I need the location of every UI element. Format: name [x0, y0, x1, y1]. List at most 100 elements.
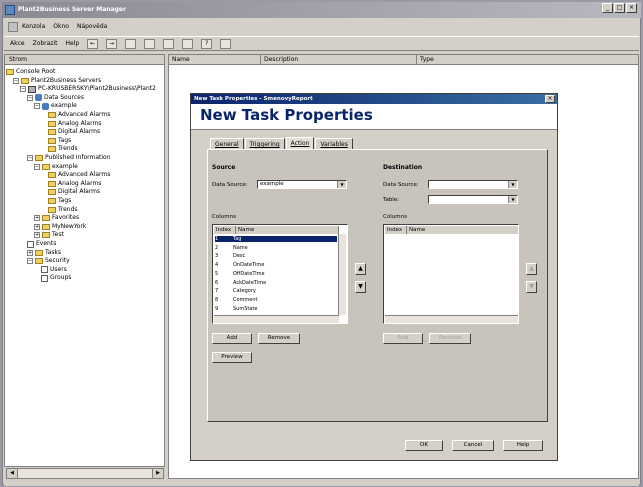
tree-node[interactable]: + Tasks: [27, 249, 61, 257]
menu-help[interactable]: Nápověda: [77, 20, 107, 34]
tab-action[interactable]: Action: [285, 137, 315, 149]
tree-node[interactable]: Tags: [48, 137, 71, 145]
tree-node[interactable]: Analog Alarms: [48, 180, 101, 188]
tree-node[interactable]: + Favorites: [34, 214, 79, 222]
source-column-row[interactable]: 2 Name: [215, 245, 337, 251]
properties-icon[interactable]: [163, 38, 175, 49]
collapse-icon[interactable]: −: [27, 94, 33, 101]
source-col-index[interactable]: Index: [214, 226, 236, 234]
task-icon[interactable]: [220, 38, 232, 49]
back-icon[interactable]: ←: [87, 38, 99, 49]
dest-move-up-button[interactable]: ▲: [526, 263, 537, 275]
tree-node[interactable]: Groups: [41, 274, 71, 282]
tree-node[interactable]: Users: [41, 266, 67, 274]
export-icon[interactable]: [182, 38, 194, 49]
expand-icon[interactable]: +: [34, 232, 40, 239]
menu-action[interactable]: Akce: [10, 40, 25, 47]
collapse-icon[interactable]: −: [27, 155, 33, 161]
source-remove-button[interactable]: Remove: [258, 333, 300, 344]
move-up-button[interactable]: ▲: [355, 263, 366, 275]
tree-node[interactable]: − example: [34, 163, 78, 171]
tree-horizontal-scrollbar[interactable]: ◀ ▶: [6, 468, 164, 479]
source-column-row[interactable]: 8 Comment: [215, 297, 337, 303]
tree-node[interactable]: Digital Alarms: [48, 188, 100, 196]
destination-add-button[interactable]: Add: [383, 333, 423, 344]
destination-datasource-select[interactable]: ▼: [428, 180, 518, 189]
chevron-down-icon[interactable]: ▼: [508, 196, 517, 203]
source-datasource-select[interactable]: example ▼: [257, 180, 347, 189]
source-column-row[interactable]: 3 Desc: [215, 253, 337, 259]
chevron-down-icon[interactable]: ▼: [337, 181, 346, 188]
tree-header[interactable]: Strom: [4, 54, 165, 65]
dialog-close-button[interactable]: ×: [545, 95, 555, 103]
source-column-row[interactable]: 7 Category: [215, 288, 337, 294]
help-icon[interactable]: ?: [201, 38, 213, 49]
tab-triggering[interactable]: Triggering: [244, 138, 285, 149]
destination-columns-list[interactable]: Index Name: [383, 224, 519, 324]
column-name[interactable]: Name: [169, 55, 261, 64]
ok-button[interactable]: OK: [405, 440, 443, 451]
tree-node[interactable]: − Published Information: [27, 154, 111, 162]
source-column-row[interactable]: 9 SumState: [215, 306, 337, 312]
tab-variables[interactable]: Variables: [315, 138, 353, 149]
source-horizontal-scrollbar[interactable]: [214, 315, 339, 323]
tree-node[interactable]: − Data Sources: [27, 94, 84, 102]
tree-node[interactable]: + Test: [34, 231, 64, 239]
tree-node[interactable]: Advanced Alarms: [48, 171, 110, 179]
dialog-titlebar[interactable]: New Task Properties - SmenovyReport: [191, 94, 557, 104]
tree-node[interactable]: Trends: [48, 145, 78, 153]
tree-node[interactable]: Tags: [48, 197, 71, 205]
collapse-icon[interactable]: −: [13, 77, 19, 84]
destination-remove-button[interactable]: Remove: [429, 333, 471, 344]
tree-node[interactable]: Console Root: [6, 68, 55, 76]
tree-node[interactable]: − PC-KRUSBERSKY\Plant2Business\Plant2: [20, 85, 156, 93]
menu-console[interactable]: Konzola: [22, 20, 45, 34]
collapse-icon[interactable]: −: [20, 86, 26, 93]
tree-node[interactable]: Trends: [48, 206, 78, 214]
tree-node[interactable]: − Plant2Business Servers: [13, 77, 101, 85]
help-button[interactable]: Help: [503, 440, 543, 451]
tree-node[interactable]: + MyNewYork: [34, 223, 86, 231]
maximize-button[interactable]: □: [614, 3, 625, 13]
preview-button[interactable]: Preview: [212, 352, 252, 363]
source-column-row[interactable]: 6 AckDateTime: [215, 280, 337, 286]
window-titlebar[interactable]: Plant2Business Server Manager: [2, 2, 641, 18]
tree-view[interactable]: Console Root − Plant2Business Servers − PC-K…: [6, 68, 164, 464]
move-down-button[interactable]: ▼: [355, 281, 366, 293]
menu-window[interactable]: Okno: [53, 20, 69, 34]
source-vertical-scrollbar[interactable]: [338, 234, 346, 315]
destination-col-name[interactable]: Name: [407, 226, 518, 234]
source-column-row[interactable]: 5 OffDateTime: [215, 271, 337, 277]
cancel-button[interactable]: Cancel: [452, 440, 494, 451]
source-column-row[interactable]: 1 Tag: [215, 236, 337, 242]
expand-icon[interactable]: +: [34, 223, 40, 230]
source-columns-list[interactable]: Index Name 1 Tag 2 Name 3 Desc 4 OnDateTime 5 Off…: [212, 224, 348, 324]
tree-node[interactable]: Digital Alarms: [48, 128, 100, 136]
column-type[interactable]: Type: [417, 55, 637, 64]
close-button[interactable]: ×: [626, 3, 637, 13]
scroll-left-icon[interactable]: ◀: [7, 469, 18, 478]
collapse-icon[interactable]: −: [34, 163, 40, 170]
collapse-icon[interactable]: −: [27, 258, 33, 265]
tree-node[interactable]: Advanced Alarms: [48, 111, 110, 119]
source-add-button[interactable]: Add: [212, 333, 252, 344]
tab-general[interactable]: General: [210, 138, 244, 149]
tree-node[interactable]: Analog Alarms: [48, 120, 101, 128]
console-tree-icon[interactable]: [125, 38, 137, 49]
dest-move-down-button[interactable]: ▼: [526, 281, 537, 293]
source-col-name[interactable]: Name: [236, 226, 339, 234]
minimize-button[interactable]: _: [602, 3, 613, 13]
menu-view[interactable]: Zobrazit: [33, 40, 58, 47]
chevron-down-icon[interactable]: ▼: [508, 181, 517, 188]
forward-icon[interactable]: →: [106, 38, 118, 49]
menu-toolbar-help[interactable]: Help: [65, 40, 79, 47]
tree-node[interactable]: − example: [34, 102, 77, 110]
list-view-icon[interactable]: [144, 38, 156, 49]
source-column-row[interactable]: 4 OnDateTime: [215, 262, 337, 268]
scroll-right-icon[interactable]: ▶: [152, 469, 163, 478]
destination-col-index[interactable]: Index: [385, 226, 407, 234]
expand-icon[interactable]: +: [34, 215, 40, 222]
destination-horizontal-scrollbar[interactable]: [385, 315, 518, 323]
column-description[interactable]: Description: [261, 55, 417, 64]
tree-node[interactable]: Events: [27, 240, 56, 248]
